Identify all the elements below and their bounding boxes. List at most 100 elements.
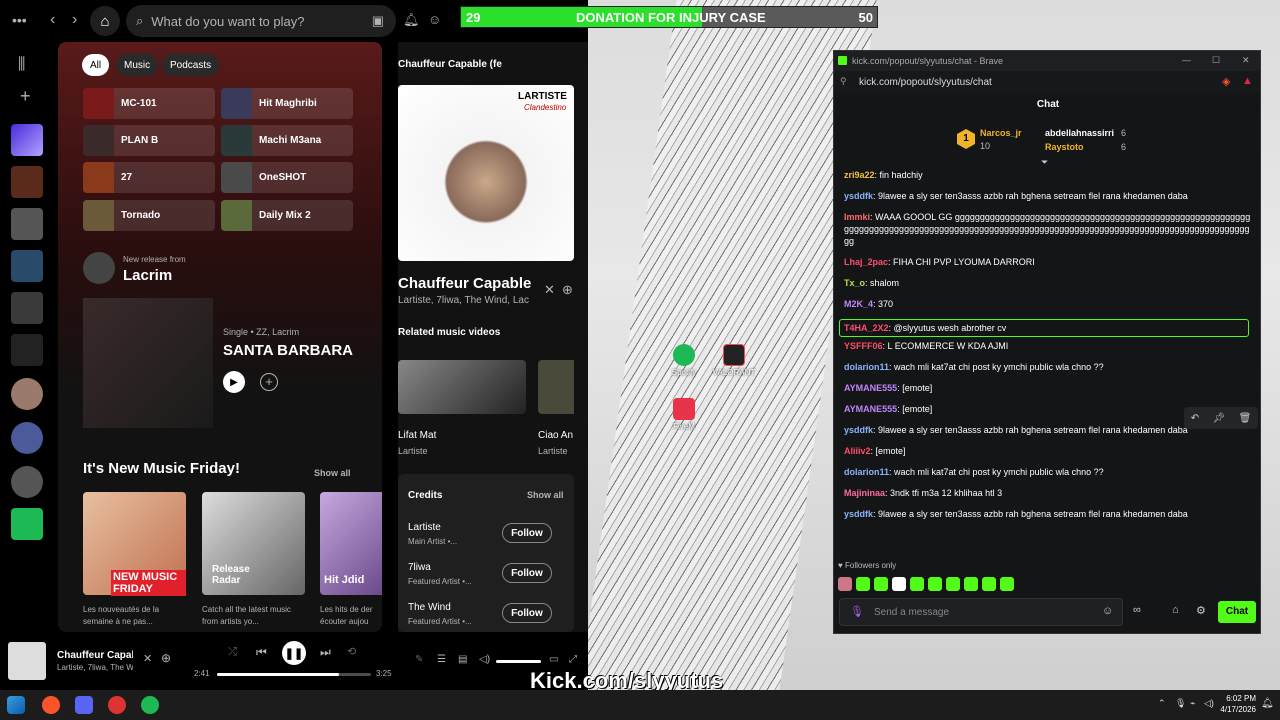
sidebar-playlist[interactable] [11,292,43,324]
delete-icon[interactable]: 🗑︎ [1239,413,1252,424]
chat-message[interactable]: Tx_o: shalom [844,277,1254,289]
single-title[interactable]: SANTA BARBARA [223,342,353,359]
quick-card[interactable]: 27 [83,162,215,193]
sidebar-saved-episodes[interactable] [11,508,43,540]
close-icon[interactable]: ✕ [1242,55,1250,66]
store-icon[interactable]: ⌂ [1172,604,1179,616]
sidebar-playlist[interactable] [11,208,43,240]
fullscreen-icon[interactable]: ⤢ [569,654,577,665]
previous-icon[interactable]: ⏮ [256,645,267,660]
chat-message[interactable]: dolarion11: wach mli kat7at chi post ky … [844,466,1254,478]
video-thumbnail[interactable] [538,360,574,414]
progress-track[interactable] [217,673,371,676]
chat-message[interactable]: dolarion11: wach mli kat7at chi post ky … [844,361,1254,373]
brave-shield-icon[interactable]: ◈ [1222,75,1230,88]
chat-username[interactable]: Tx_o [844,278,865,288]
volume-tray-icon[interactable]: ◁) [1204,698,1214,709]
credit-name[interactable]: Lartiste [408,522,441,533]
lyrics-icon[interactable]: ✎ [415,654,423,665]
discord-taskbar-icon[interactable] [75,696,93,714]
sidebar-playlist[interactable] [11,250,43,282]
emote-icon[interactable] [910,577,924,591]
chat-message[interactable]: M2K_4: 370 [844,298,1254,310]
emoji-icon[interactable]: ☺ [1102,605,1113,617]
follow-button[interactable]: Follow [502,523,552,543]
new-release-artist[interactable]: Lacrim [123,267,172,284]
site-info-icon[interactable]: ⚲ [840,76,847,87]
chat-message[interactable]: Majininaa: 3ndk tfi m3a 12 khlihaa htl 3 [844,487,1254,499]
sidebar-playlist[interactable] [11,166,43,198]
chat-username[interactable]: ysddfk [844,191,873,201]
volume-icon[interactable]: ◁) [479,654,490,665]
add-icon[interactable]: + [20,86,31,107]
library-icon[interactable]: ⫼ [18,56,25,74]
chat-message[interactable]: Aliiiv2: [emote] [844,445,1254,457]
bot-commands-icon[interactable]: ∞ [1133,604,1141,616]
chat-username[interactable]: dolarion11 [844,362,889,372]
chat-username[interactable]: Lhaj_2pac [844,257,888,267]
chat-username[interactable]: M2K_4 [844,299,873,309]
chat-message[interactable]: zri9a22: fin hadchiy [844,169,1254,181]
menu-icon[interactable]: ••• [12,12,27,28]
reply-icon[interactable]: ↶ [1191,413,1199,424]
chat-message[interactable]: YSFFF06: L ECOMMERCE W KDA AJMI [844,340,1254,352]
devices-icon[interactable]: ▤ [458,654,467,665]
tray-chevron-icon[interactable]: ⌃ [1158,698,1166,709]
chat-send-button[interactable]: Chat [1218,601,1256,623]
player-artists[interactable]: Lartiste, 7liwa, The W [57,663,133,672]
chat-username[interactable]: ysddfk [844,425,873,435]
chip-podcasts[interactable]: Podcasts [162,54,220,76]
chat-message[interactable]: ysddfk: 9lawee a sly ser ten3asss azbb r… [844,190,1254,202]
chat-username[interactable]: T4HA_2X2 [844,323,889,333]
quick-card[interactable]: PLAN B [83,125,215,156]
chat-message[interactable]: Immki: WAAA GOOOL GG ggggggggggggggggggg… [844,211,1254,247]
chip-all[interactable]: All [82,54,110,76]
emote-icon[interactable] [928,577,942,591]
spotify-taskbar-icon[interactable] [141,696,159,714]
show-all-link[interactable]: Show all [527,490,564,500]
microphone-icon[interactable]: 🎙︎ [850,605,864,618]
notification-bell-icon[interactable]: 🔔︎ [1261,698,1274,709]
pause-button[interactable]: ❚❚ [282,641,306,665]
shuffle-icon[interactable]: ⤮ [228,646,237,659]
desktop-icon-fivem[interactable]: FiveM [654,398,714,431]
chat-message[interactable]: T4HA_2X2: @slyyutus wesh abrother cv [839,319,1249,337]
chip-music[interactable]: Music [116,54,159,76]
close-icon[interactable]: ✕ [544,282,555,298]
leader-name[interactable]: Raystoto [1045,142,1084,152]
clock-date[interactable]: 4/17/2026 [1214,705,1256,714]
forward-icon[interactable]: › [72,11,77,29]
playlist-card-cover[interactable]: Hit Jdid [320,492,382,595]
desktop-icon-valorant[interactable]: VALORANT [704,344,764,377]
follow-button[interactable]: Follow [502,603,552,623]
quick-card[interactable]: Machi M3ana [221,125,353,156]
home-button[interactable]: ⌂ [90,6,120,36]
notifications-icon[interactable]: 🔔︎ [403,12,420,28]
volume-slider[interactable] [496,660,541,663]
start-icon[interactable] [7,696,25,714]
add-circle-icon[interactable]: ⊕ [161,651,171,665]
play-button[interactable]: ▶ [223,371,245,393]
chat-username[interactable]: AYMANE555 [844,404,897,414]
quick-card[interactable]: Hit Maghribi [221,88,353,119]
chat-message[interactable]: ysddfk: 9lawee a sly ser ten3asss azbb r… [844,508,1254,520]
emote-icon[interactable] [856,577,870,591]
network-icon[interactable]: ⌁ [1190,698,1195,709]
emote-icon[interactable] [946,577,960,591]
obs-taskbar-icon[interactable] [108,696,126,714]
miniplayer-icon[interactable]: ▭ [549,654,558,665]
playlist-card-cover[interactable]: NEW MUSIC FRIDAY [83,492,186,596]
chat-username[interactable]: Majininaa [844,488,885,498]
liked-songs[interactable] [11,124,43,156]
friends-icon[interactable]: ☺ [428,12,441,27]
playlist-card-cover[interactable]: Release Radar [202,492,305,595]
add-to-library-button[interactable]: + [260,373,278,391]
search-bar[interactable]: ⌕ ▣ [126,5,396,37]
pin-icon[interactable]: 📌︎ [1212,413,1225,424]
quick-card[interactable]: MC-101 [83,88,215,119]
now-playing-cover[interactable] [8,642,46,680]
credit-name[interactable]: 7liwa [408,562,431,573]
emote-icon[interactable] [874,577,888,591]
leader-name[interactable]: abdellahnassirri [1045,128,1114,138]
microphone-tray-icon[interactable]: 🎙︎ [1175,698,1186,709]
